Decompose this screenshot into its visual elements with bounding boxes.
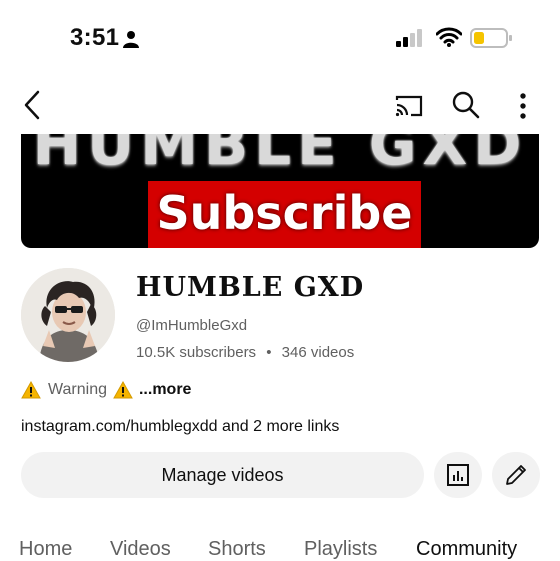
subscriber-count: 10.5K subscribers [136,344,257,361]
person-icon [123,31,139,48]
status-time: 3:51 [70,24,120,51]
tab-home[interactable]: Home [19,538,72,561]
warning-icon [21,381,41,399]
channel-handle: @ImHumbleGxd [136,317,248,334]
channel-stats: 10.5K subscribers • 346 videos [136,344,354,361]
signal-icon [396,29,422,47]
search-icon[interactable] [452,91,480,119]
channel-tabs: Home Videos Shorts Playlists Community [0,538,560,560]
more-links-label[interactable]: and 2 more links [218,418,339,435]
analytics-button[interactable] [434,452,482,498]
avatar-illustration [21,268,115,362]
tab-playlists[interactable]: Playlists [304,538,377,561]
channel-banner[interactable]: HUMBLE GXD Subscribe [21,134,539,248]
primary-link[interactable]: instagram.com/humblegxdd [21,418,218,435]
tab-shorts[interactable]: Shorts [208,538,266,561]
warning-icon [113,381,133,399]
more-link[interactable]: ...more [139,381,191,399]
cast-icon[interactable] [394,94,424,118]
more-icon[interactable] [514,92,532,120]
video-count: 346 videos [281,344,355,361]
tab-videos[interactable]: Videos [110,538,171,561]
analytics-icon [447,464,469,486]
banner-subscribe-text: Subscribe [156,186,413,240]
pencil-icon [506,465,526,485]
tab-community[interactable]: Community [416,538,517,561]
description-text: Warning [48,381,107,398]
wifi-icon [436,27,462,47]
battery-icon [470,28,512,48]
channel-name: HUMBLE GXD [136,272,365,303]
stats-separator: • [266,344,272,361]
manage-videos-button[interactable]: Manage videos [21,452,424,498]
channel-links[interactable]: instagram.com/humblegxdd and 2 more link… [21,418,339,436]
channel-description[interactable]: Warning ...more [21,381,191,399]
manage-videos-label: Manage videos [161,464,284,485]
banner-title: HUMBLE GXD [32,134,528,178]
avatar[interactable] [21,268,115,362]
edit-channel-button[interactable] [492,452,540,498]
back-icon[interactable] [20,90,44,120]
